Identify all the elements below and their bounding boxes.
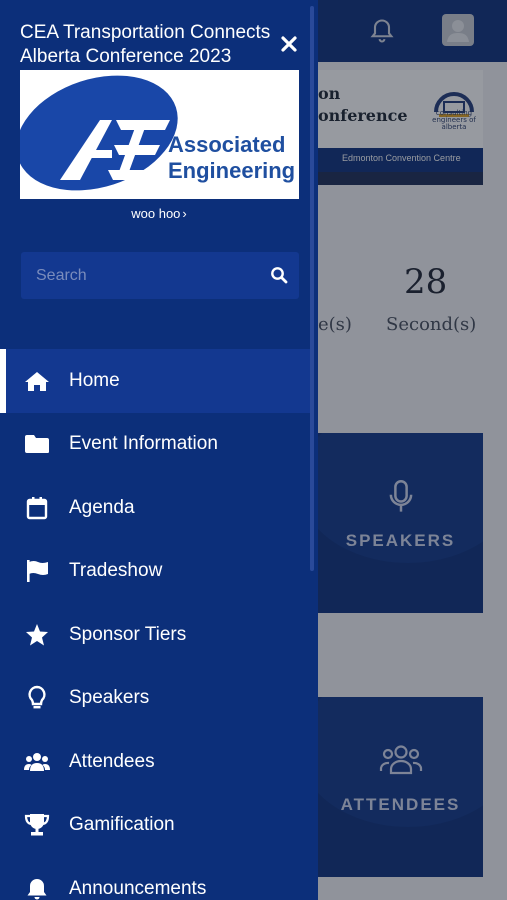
nav-item-sponsor-tiers[interactable]: Sponsor Tiers bbox=[0, 603, 310, 667]
event-title: CEA Transportation Connects Alberta Conf… bbox=[20, 22, 271, 67]
drawer-scrollbar[interactable] bbox=[310, 6, 314, 571]
flag-icon bbox=[24, 558, 50, 584]
nav-label-tradeshow: Tradeshow bbox=[69, 560, 163, 582]
nav-label-agenda: Agenda bbox=[69, 496, 135, 518]
nav-item-speakers[interactable]: Speakers bbox=[0, 667, 310, 731]
users-icon bbox=[24, 749, 50, 775]
folder-icon bbox=[24, 431, 50, 457]
navigation-drawer: CEA Transportation Connects Alberta Conf… bbox=[0, 0, 318, 900]
sponsor-link-label: woo hoo bbox=[131, 206, 181, 221]
bell-icon bbox=[24, 876, 50, 900]
sponsor-link[interactable]: woo hoo › bbox=[0, 206, 318, 221]
nav-label-event-information: Event Information bbox=[69, 433, 218, 455]
nav-item-home[interactable]: Home bbox=[0, 349, 310, 413]
sponsor-name-line2: Engineering bbox=[168, 158, 296, 183]
nav-label-attendees: Attendees bbox=[69, 750, 155, 772]
nav-item-agenda[interactable]: Agenda bbox=[0, 476, 310, 540]
lightbulb-icon bbox=[24, 685, 50, 711]
close-icon[interactable] bbox=[279, 34, 299, 54]
nav-label-speakers: Speakers bbox=[69, 687, 150, 709]
search-input[interactable] bbox=[36, 267, 256, 285]
nav-item-gamification[interactable]: Gamification bbox=[0, 794, 310, 858]
sponsor-name-line1: Associated bbox=[168, 132, 286, 157]
nav-item-attendees[interactable]: Attendees bbox=[0, 730, 310, 794]
nav-item-event-information[interactable]: Event Information bbox=[0, 413, 310, 477]
nav-label-announcements: Announcements bbox=[69, 877, 207, 899]
nav-label-gamification: Gamification bbox=[69, 814, 175, 836]
search-box bbox=[21, 252, 299, 299]
sponsor-banner[interactable]: Associated Engineering bbox=[20, 70, 299, 199]
calendar-icon bbox=[24, 495, 50, 521]
nav-item-tradeshow[interactable]: Tradeshow bbox=[0, 540, 310, 604]
drawer-nav: Home Event Information Agenda Tradeshow … bbox=[0, 349, 310, 900]
nav-label-home: Home bbox=[69, 369, 120, 391]
nav-label-sponsor-tiers: Sponsor Tiers bbox=[69, 623, 187, 645]
nav-item-announcements[interactable]: Announcements bbox=[0, 857, 310, 900]
chevron-right-icon: › bbox=[182, 206, 187, 221]
trophy-icon bbox=[24, 812, 50, 838]
search-icon[interactable] bbox=[270, 266, 288, 284]
home-icon bbox=[24, 368, 50, 394]
star-icon bbox=[24, 622, 50, 648]
